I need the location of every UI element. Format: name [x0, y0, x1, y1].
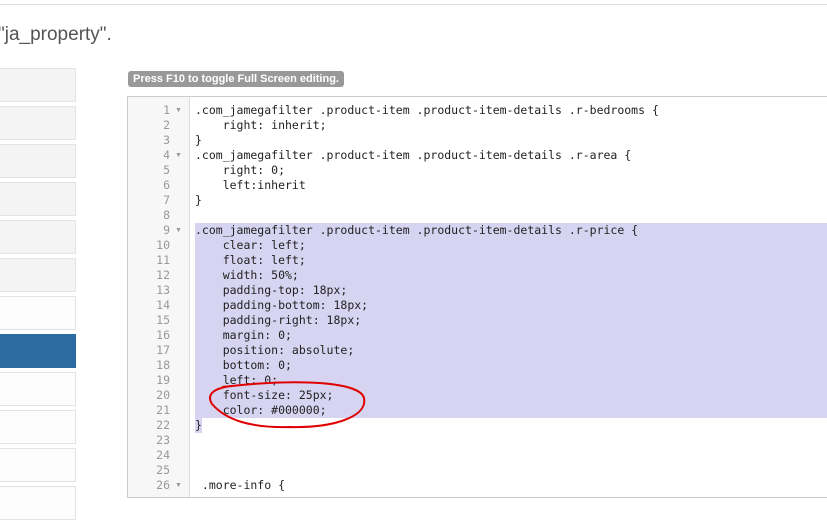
line-number: 21 — [156, 403, 170, 417]
line-number: 14 — [156, 298, 170, 312]
line-number: 16 — [156, 328, 170, 342]
code-line-text: width: 50%; — [195, 268, 299, 282]
line-number: 11 — [156, 253, 170, 267]
line-number: 9 — [163, 223, 170, 237]
fold-arrow-icon[interactable]: ▼ — [175, 223, 182, 238]
code-line-text: left: 0; — [195, 373, 279, 387]
code-line[interactable]: left:inherit — [195, 178, 827, 193]
fold-arrow-icon[interactable]: ▼ — [175, 148, 182, 163]
fold-arrow-icon[interactable]: ▼ — [175, 103, 182, 118]
code-line[interactable]: right: inherit; — [195, 118, 827, 133]
code-line-text: padding-bottom: 18px; — [195, 298, 369, 312]
line-number: 18 — [156, 358, 170, 372]
code-line-text: padding-right: 18px; — [195, 313, 362, 327]
left-panel-item[interactable] — [0, 258, 76, 292]
code-line[interactable]: right: 0; — [195, 163, 827, 178]
line-number: 3 — [163, 133, 170, 147]
line-number: 15 — [156, 313, 170, 327]
line-number: 17 — [156, 343, 170, 357]
left-panel-item[interactable] — [0, 68, 76, 102]
left-panel-item[interactable] — [0, 182, 76, 216]
code-line-text: color: #000000; — [195, 403, 327, 417]
line-number: 22 — [156, 418, 170, 432]
left-panel-item[interactable] — [0, 410, 76, 444]
code-line[interactable]: padding-top: 18px; — [195, 283, 827, 298]
code-line[interactable] — [195, 433, 827, 448]
line-number: 12 — [156, 268, 170, 282]
code-line-text: .com_jamegafilter .product-item .product… — [195, 148, 632, 162]
line-number: 5 — [163, 163, 170, 177]
code-line[interactable]: } — [195, 133, 827, 148]
code-line[interactable] — [195, 208, 827, 223]
line-number: 26 — [156, 478, 170, 492]
code-line-text: .com_jamegafilter .product-item .product… — [195, 103, 659, 117]
code-line-text: right: 0; — [195, 163, 286, 177]
code-line-text: padding-top: 18px; — [195, 283, 348, 297]
code-line-text: bottom: 0; — [195, 358, 292, 372]
code-line-text: } — [195, 193, 202, 207]
code-line[interactable]: left: 0; — [195, 373, 827, 388]
code-line[interactable]: color: #000000; — [195, 403, 827, 418]
line-number: 23 — [156, 433, 170, 447]
left-panel-item[interactable] — [0, 448, 76, 482]
code-line[interactable]: width: 50%; — [195, 268, 827, 283]
code-line[interactable]: padding-right: 18px; — [195, 313, 827, 328]
code-line-text: .com_jamegafilter .product-item .product… — [195, 223, 639, 237]
line-number: 20 — [156, 388, 170, 402]
left-panel-item[interactable] — [0, 106, 76, 140]
code-line[interactable]: position: absolute; — [195, 343, 827, 358]
code-line-text: } — [195, 418, 202, 433]
page-title: "ja_property". — [0, 24, 112, 45]
code-line[interactable]: bottom: 0; — [195, 358, 827, 373]
left-panel-item[interactable] — [0, 372, 76, 406]
code-line[interactable]: clear: left; — [195, 238, 827, 253]
code-line-text: right: inherit; — [195, 118, 327, 132]
line-number: 8 — [163, 208, 170, 222]
code-line[interactable]: font-size: 25px; — [195, 388, 827, 403]
left-panel-item[interactable] — [0, 334, 76, 368]
code-line-text: float: left; — [195, 253, 306, 267]
code-line[interactable]: } — [195, 418, 827, 433]
line-number: 7 — [163, 193, 170, 207]
line-number: 24 — [156, 448, 170, 462]
line-number: 10 — [156, 238, 170, 252]
code-line[interactable]: padding-bottom: 18px; — [195, 298, 827, 313]
code-editor[interactable]: 1 ▼ .com_jamegafilter .product-item .produ… — [127, 96, 827, 498]
left-panel-item[interactable] — [0, 296, 76, 330]
code-line-text: left:inherit — [195, 178, 306, 192]
line-number: 6 — [163, 178, 170, 192]
line-number: 25 — [156, 463, 170, 477]
left-panel-item[interactable] — [0, 220, 76, 254]
code-line[interactable]: .more-info { — [195, 478, 827, 493]
line-number: 4 — [163, 148, 170, 162]
code-line[interactable]: } — [195, 193, 827, 208]
code-line[interactable]: .com_jamegafilter .product-item .product… — [195, 223, 827, 238]
code-line-text: clear: left; — [195, 238, 306, 252]
fullscreen-hint: Press F10 to toggle Full Screen editing. — [128, 71, 344, 87]
left-panel-item[interactable] — [0, 144, 76, 178]
code-line[interactable]: .com_jamegafilter .product-item .product… — [195, 148, 827, 163]
code-line[interactable] — [195, 463, 827, 478]
fold-arrow-icon[interactable]: ▼ — [175, 478, 182, 493]
code-line[interactable]: margin: 0; — [195, 328, 827, 343]
line-number: 1 — [163, 103, 170, 117]
line-number: 19 — [156, 373, 170, 387]
code-line-text: margin: 0; — [195, 328, 292, 342]
line-number: 13 — [156, 283, 170, 297]
top-divider — [0, 4, 827, 5]
code-line-text: font-size: 25px; — [195, 388, 334, 402]
code-line[interactable]: .com_jamegafilter .product-item .product… — [195, 103, 827, 118]
code-line-text: position: absolute; — [195, 343, 355, 357]
code-line-text: .more-info { — [195, 478, 286, 492]
code-line[interactable] — [195, 448, 827, 463]
left-panel-item[interactable] — [0, 486, 76, 520]
code-line[interactable]: float: left; — [195, 253, 827, 268]
line-number: 2 — [163, 118, 170, 132]
code-line-text: } — [195, 133, 202, 147]
